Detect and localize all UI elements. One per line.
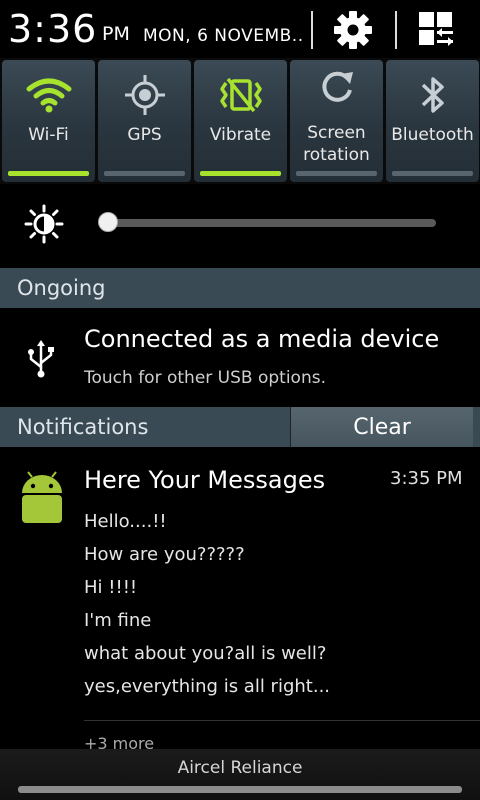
vibrate-icon — [219, 77, 262, 113]
toggle-label: Wi-Fi — [28, 125, 69, 145]
toggle-indicator — [200, 171, 281, 176]
section-title: Ongoing — [17, 276, 106, 300]
more-messages-label: +3 more — [84, 737, 155, 749]
message-lines: Hello....!! How are you????? Hi !!!! I'm… — [84, 505, 330, 703]
notification-divider — [84, 720, 480, 721]
gear-icon — [334, 11, 372, 49]
toggle-label: Vibrate — [209, 125, 272, 145]
message-line: what about you?all is well? — [84, 643, 327, 664]
clock-time: 3:36 — [8, 7, 98, 51]
brightness-icon — [24, 204, 64, 244]
status-header: 3:36 PM MON, 6 NOVEMB.. — [0, 0, 480, 58]
clear-button[interactable]: Clear — [290, 407, 473, 447]
grid-toggle-icon — [419, 12, 453, 46]
drag-handle[interactable] — [18, 786, 462, 793]
toggle-screen-rotation[interactable]: Screen rotation — [290, 60, 383, 182]
message-line: Hello....!! — [84, 511, 167, 532]
toggle-vibrate[interactable]: Vibrate — [194, 60, 287, 182]
message-line: yes,everything is all right... — [84, 676, 331, 697]
toggle-bluetooth[interactable]: Bluetooth — [386, 60, 479, 182]
date-label: MON, 6 NOVEMB.. — [143, 26, 304, 46]
quick-settings-panel: Wi-Fi GPS Vibrate Screen rotation Blueto… — [0, 58, 480, 184]
notification-title: Here Your Messages — [84, 466, 326, 494]
header-divider — [395, 11, 397, 49]
android-icon — [22, 471, 62, 523]
header-divider — [311, 11, 313, 49]
toggle-label-line1: Screen — [307, 123, 366, 143]
toggle-label: Screen rotation — [290, 122, 383, 166]
ongoing-section-header: Ongoing — [0, 268, 480, 308]
message-line: I'm fine — [84, 610, 152, 631]
carrier-bar: Aircel Reliance — [0, 749, 480, 800]
gps-icon — [124, 75, 165, 115]
rotation-icon — [321, 71, 353, 102]
usb-notification-subtitle: Touch for other USB options. — [84, 368, 326, 388]
brightness-slider-thumb[interactable] — [98, 212, 118, 232]
usb-notification-title: Connected as a media device — [84, 325, 440, 353]
usb-icon — [28, 340, 54, 378]
toggle-label: GPS — [127, 125, 162, 145]
toggle-label-line2: rotation — [303, 145, 370, 165]
toggle-wifi[interactable]: Wi-Fi — [2, 60, 95, 182]
toggle-indicator — [392, 171, 473, 176]
clock-ampm: PM — [102, 23, 130, 45]
message-line: How are you????? — [84, 544, 245, 565]
usb-notification[interactable]: Connected as a media device Touch for ot… — [0, 309, 480, 405]
carrier-label: Aircel Reliance — [177, 758, 303, 778]
message-notification[interactable]: Here Your Messages 3:35 PM Hello....!! H… — [0, 449, 480, 749]
section-title: Notifications — [17, 415, 149, 439]
toggle-indicator — [296, 171, 377, 176]
bluetooth-icon — [421, 77, 444, 113]
wifi-icon — [26, 78, 71, 113]
brightness-slider-track[interactable] — [104, 219, 436, 227]
toggle-indicator — [104, 171, 185, 176]
settings-button[interactable] — [331, 8, 375, 52]
panel-toggle-button[interactable] — [415, 8, 459, 52]
toggle-gps[interactable]: GPS — [98, 60, 191, 182]
toggle-label: Bluetooth — [391, 125, 474, 145]
message-line: Hi !!!! — [84, 577, 138, 598]
notification-time: 3:35 PM — [390, 468, 463, 489]
toggle-indicator — [8, 171, 89, 176]
